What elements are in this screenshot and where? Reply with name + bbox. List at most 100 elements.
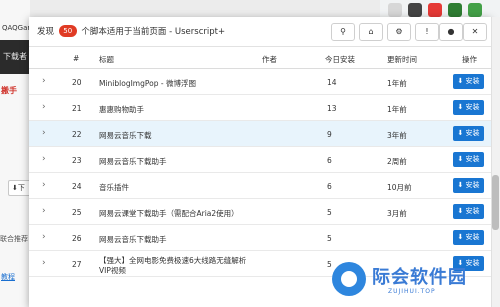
github-icon: ● bbox=[447, 27, 455, 36]
script-title[interactable]: 网易云音乐下载助手 bbox=[99, 234, 167, 245]
expand-chevron-icon[interactable]: › bbox=[42, 102, 46, 112]
table-row[interactable]: › 21 惠惠购物助手 13 1年前 ⬇ 安装 bbox=[29, 95, 491, 121]
install-button[interactable]: ⬇ 安装 bbox=[453, 74, 484, 89]
expand-chevron-icon[interactable]: › bbox=[42, 154, 46, 164]
extension-shield-icon[interactable] bbox=[448, 3, 462, 17]
background-site-name: QAQGar bbox=[2, 24, 31, 32]
table-row[interactable]: › 23 网易云音乐下载助手 6 2周前 ⬇ 安装 bbox=[29, 147, 491, 173]
expand-chevron-icon[interactable]: › bbox=[42, 258, 46, 268]
column-actions: 操作 bbox=[462, 55, 477, 64]
home-icon: ⌂ bbox=[368, 27, 374, 36]
extension-badge-icon[interactable] bbox=[428, 3, 442, 17]
home-button[interactable]: ⌂ bbox=[359, 23, 383, 41]
updated-time: 10月前 bbox=[387, 183, 412, 192]
column-author: 作者 bbox=[262, 55, 277, 64]
settings-button[interactable]: ⚙ bbox=[387, 23, 411, 41]
table-row[interactable]: › 24 音乐插件 6 10月前 ⬇ 安装 bbox=[29, 173, 491, 199]
table-row[interactable]: › 22 网易云音乐下载 9 3年前 ⬇ 安装 bbox=[29, 121, 491, 147]
extension-icon[interactable] bbox=[388, 3, 402, 17]
row-number: 22 bbox=[72, 130, 82, 139]
popup-title: 发现 50 个脚本适用于当前页面 - Userscript+ bbox=[37, 25, 225, 37]
script-title[interactable]: 网易云音乐下载 bbox=[99, 130, 152, 141]
today-installs: 14 bbox=[327, 78, 337, 87]
script-title-line: 音乐插件 bbox=[99, 183, 129, 192]
row-number: 24 bbox=[72, 182, 82, 191]
install-button[interactable]: ⬇ 安装 bbox=[453, 152, 484, 167]
script-title[interactable]: 网易云课堂下载助手（需配合Aria2使用） bbox=[99, 208, 239, 219]
table-row[interactable]: › 20 MiniblogImgPop - 微博浮图 14 1年前 ⬇ 安装 bbox=[29, 69, 491, 95]
install-button[interactable]: ⬇ 安装 bbox=[453, 178, 484, 193]
background-link[interactable]: 教程 bbox=[1, 272, 15, 282]
today-installs: 5 bbox=[327, 208, 332, 217]
expand-chevron-icon[interactable]: › bbox=[42, 76, 46, 86]
script-title-line: MiniblogImgPop - 微博浮图 bbox=[99, 79, 196, 88]
background-nav-text[interactable]: 下载者 bbox=[3, 51, 27, 62]
expand-chevron-icon[interactable]: › bbox=[42, 232, 46, 242]
expand-chevron-icon[interactable]: › bbox=[42, 206, 46, 216]
github-button[interactable]: ● bbox=[439, 23, 463, 41]
title-suffix: 个脚本适用于当前页面 - Userscript+ bbox=[81, 27, 226, 37]
row-number: 25 bbox=[72, 208, 82, 217]
popup-header: 发现 50 个脚本适用于当前页面 - Userscript+ ⚲ ⌂ ⚙ ! ●… bbox=[29, 17, 491, 47]
today-installs: 5 bbox=[327, 234, 332, 243]
today-installs: 13 bbox=[327, 104, 337, 113]
watermark-subtext: ZUJIHUI.TOP bbox=[388, 288, 436, 295]
search-button[interactable]: ⚲ bbox=[331, 23, 355, 41]
help-icon: ! bbox=[425, 27, 429, 36]
row-number: 27 bbox=[72, 260, 82, 269]
script-title-line: 【强大】全网电影免费极速6大线路无缝解析 bbox=[99, 256, 247, 265]
row-number: 23 bbox=[72, 156, 82, 165]
install-button[interactable]: ⬇ 安装 bbox=[453, 204, 484, 219]
updated-time: 2周前 bbox=[387, 157, 407, 166]
install-button[interactable]: ⬇ 安装 bbox=[453, 230, 484, 245]
expand-chevron-icon[interactable]: › bbox=[42, 180, 46, 190]
column-today-installs: 今日安装 bbox=[325, 55, 355, 64]
script-title[interactable]: 惠惠购物助手 bbox=[99, 104, 144, 115]
row-number: 20 bbox=[72, 78, 82, 87]
help-button[interactable]: ! bbox=[415, 23, 439, 41]
close-icon: ✕ bbox=[471, 27, 479, 36]
settings-icon: ⚙ bbox=[395, 27, 403, 36]
column-updated: 更新时间 bbox=[387, 55, 417, 64]
background-highlight-text: 搬手 bbox=[1, 86, 17, 95]
row-number: 26 bbox=[72, 234, 82, 243]
install-button[interactable]: ⬇ 安装 bbox=[453, 100, 484, 115]
updated-time: 1年前 bbox=[387, 105, 407, 114]
extension-icon[interactable] bbox=[468, 3, 482, 17]
script-title-line: 惠惠购物助手 bbox=[99, 105, 144, 114]
scrollbar-thumb[interactable] bbox=[492, 175, 499, 230]
watermark: 际会软件园 ZUJIHUI.TOP bbox=[332, 262, 492, 304]
column-number: # bbox=[73, 54, 80, 63]
install-button[interactable]: ⬇ 安装 bbox=[453, 126, 484, 141]
table-row[interactable]: › 25 网易云课堂下载助手（需配合Aria2使用） 5 3月前 ⬇ 安装 bbox=[29, 199, 491, 225]
script-title-line: 网易云音乐下载助手 bbox=[99, 157, 167, 166]
script-title-line: 网易云音乐下载助手 bbox=[99, 235, 167, 244]
row-number: 21 bbox=[72, 104, 82, 113]
script-title-line: 网易云课堂下载助手（需配合Aria2使用） bbox=[99, 209, 239, 218]
close-button[interactable]: ✕ bbox=[463, 23, 487, 41]
title-prefix: 发现 bbox=[37, 27, 55, 37]
watermark-logo-inner bbox=[341, 271, 357, 287]
updated-time: 3年前 bbox=[387, 131, 407, 140]
updated-time: 1年前 bbox=[387, 79, 407, 88]
table-row[interactable]: › 26 网易云音乐下载助手 5 ⬇ 安装 bbox=[29, 225, 491, 251]
column-title: 标题 bbox=[99, 55, 114, 64]
script-title-line2: VIP视频 bbox=[99, 266, 126, 275]
search-icon: ⚲ bbox=[340, 27, 346, 36]
today-installs: 6 bbox=[327, 156, 332, 165]
table-header: # 标题 作者 今日安装 更新时间 操作 bbox=[29, 47, 491, 69]
expand-chevron-icon[interactable]: › bbox=[42, 128, 46, 138]
script-title[interactable]: MiniblogImgPop - 微博浮图 bbox=[99, 78, 196, 89]
scrollbar-track[interactable] bbox=[491, 17, 500, 307]
updated-time: 3月前 bbox=[387, 209, 407, 218]
today-installs: 6 bbox=[327, 182, 332, 191]
script-title-line: 网易云音乐下载 bbox=[99, 131, 152, 140]
screen: QAQGar 下载者 搬手 ⬇下 联合推荐 教程 发现 50 个脚本适用于当前页… bbox=[0, 0, 500, 307]
watermark-text: 际会软件园 bbox=[372, 267, 467, 288]
today-installs: 9 bbox=[327, 130, 332, 139]
script-title[interactable]: 网易云音乐下载助手 bbox=[99, 156, 167, 167]
script-title[interactable]: 【强大】全网电影免费极速6大线路无缝解析 VIP视频 bbox=[99, 256, 246, 276]
script-title[interactable]: 音乐插件 bbox=[99, 182, 129, 193]
background-small-text: 联合推荐 bbox=[0, 235, 28, 243]
extension-icon[interactable] bbox=[408, 3, 422, 17]
